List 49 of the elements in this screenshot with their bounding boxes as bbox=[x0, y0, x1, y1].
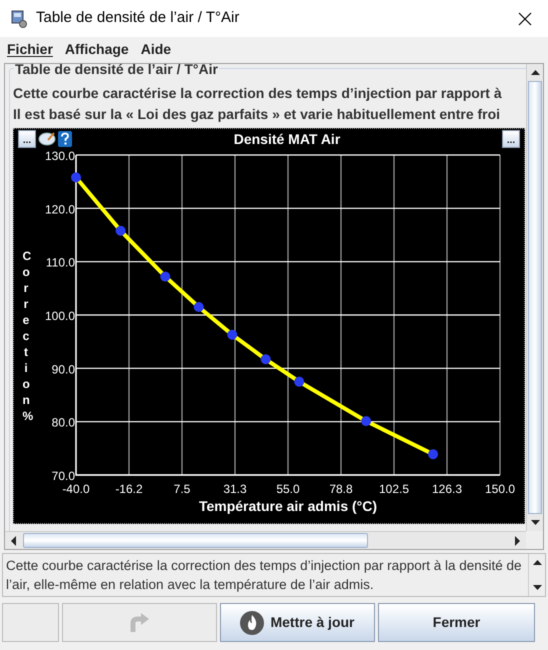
x-axis-label: Température air admis (°C) bbox=[198, 498, 378, 514]
scrollbar-thumb[interactable] bbox=[528, 81, 542, 514]
x-tick-label: 78.8 bbox=[329, 482, 353, 496]
y-tick-label: 100.0 bbox=[44, 309, 75, 323]
data-point bbox=[227, 330, 238, 340]
description-line: Cette courbe caractérise la correction des temps d’injection par rapport à bbox=[13, 84, 503, 103]
data-point bbox=[428, 449, 438, 460]
x-tick-label: -16.2 bbox=[115, 482, 143, 496]
window-title: Table de densité de l’air / T°Air bbox=[36, 8, 240, 28]
x-tick-label: -40.0 bbox=[62, 482, 90, 496]
flame-icon bbox=[240, 610, 264, 634]
x-tick-label: 55.0 bbox=[276, 482, 300, 496]
x-tick-label: 31.3 bbox=[223, 482, 247, 496]
data-point bbox=[160, 272, 170, 282]
close-icon[interactable] bbox=[518, 12, 532, 26]
y-tick-label: 110.0 bbox=[46, 256, 75, 270]
vertical-scrollbar[interactable] bbox=[526, 64, 543, 531]
x-tick-label: 126.3 bbox=[432, 482, 462, 496]
menu-item[interactable]: Fichier bbox=[7, 39, 53, 60]
data-point bbox=[71, 172, 81, 182]
chart-title: Densité MAT Air bbox=[232, 130, 342, 148]
y-tick-label: 70.0 bbox=[52, 469, 75, 483]
help-icon[interactable] bbox=[58, 131, 72, 147]
more-button[interactable]: ... bbox=[502, 130, 520, 148]
horizontal-scrollbar[interactable] bbox=[5, 531, 526, 549]
y-tick-label: 120.0 bbox=[44, 202, 75, 216]
curved-arrow-icon bbox=[128, 612, 150, 634]
close-button[interactable]: Fermer bbox=[378, 603, 535, 642]
description-line: Il est basé sur la « Loi des gaz parfaits » et varie habituellement entre froi bbox=[13, 105, 502, 124]
data-point bbox=[361, 416, 372, 426]
y-tick-label: 130.0 bbox=[44, 149, 75, 163]
y-tick-label: 80.0 bbox=[52, 416, 75, 430]
update-button[interactable]: Mettre à jour bbox=[220, 603, 375, 642]
x-tick-label: 102.5 bbox=[378, 482, 410, 496]
data-point bbox=[116, 226, 126, 236]
description-scrollbar[interactable] bbox=[528, 554, 545, 596]
app-icon bbox=[10, 10, 28, 28]
menu-item[interactable]: Affichage bbox=[64, 39, 129, 60]
more-button[interactable]: ... bbox=[18, 130, 36, 148]
data-point bbox=[194, 302, 204, 312]
data-point bbox=[294, 376, 304, 387]
scrollbar-thumb[interactable] bbox=[23, 533, 368, 548]
data-point bbox=[260, 354, 271, 364]
speech-bubble-icon[interactable] bbox=[38, 131, 56, 147]
y-tick-label: 90.0 bbox=[52, 362, 75, 376]
description-text: Cette courbe caractérise la correction des temps d’injection par rapport à la densité de l’air, elle-même en relation avec la température de l’air admis. bbox=[5, 557, 523, 594]
x-tick-label: 7.5 bbox=[174, 482, 190, 496]
menu-item[interactable]: Aide bbox=[140, 39, 172, 60]
x-tick-label: 150.0 bbox=[484, 482, 516, 496]
